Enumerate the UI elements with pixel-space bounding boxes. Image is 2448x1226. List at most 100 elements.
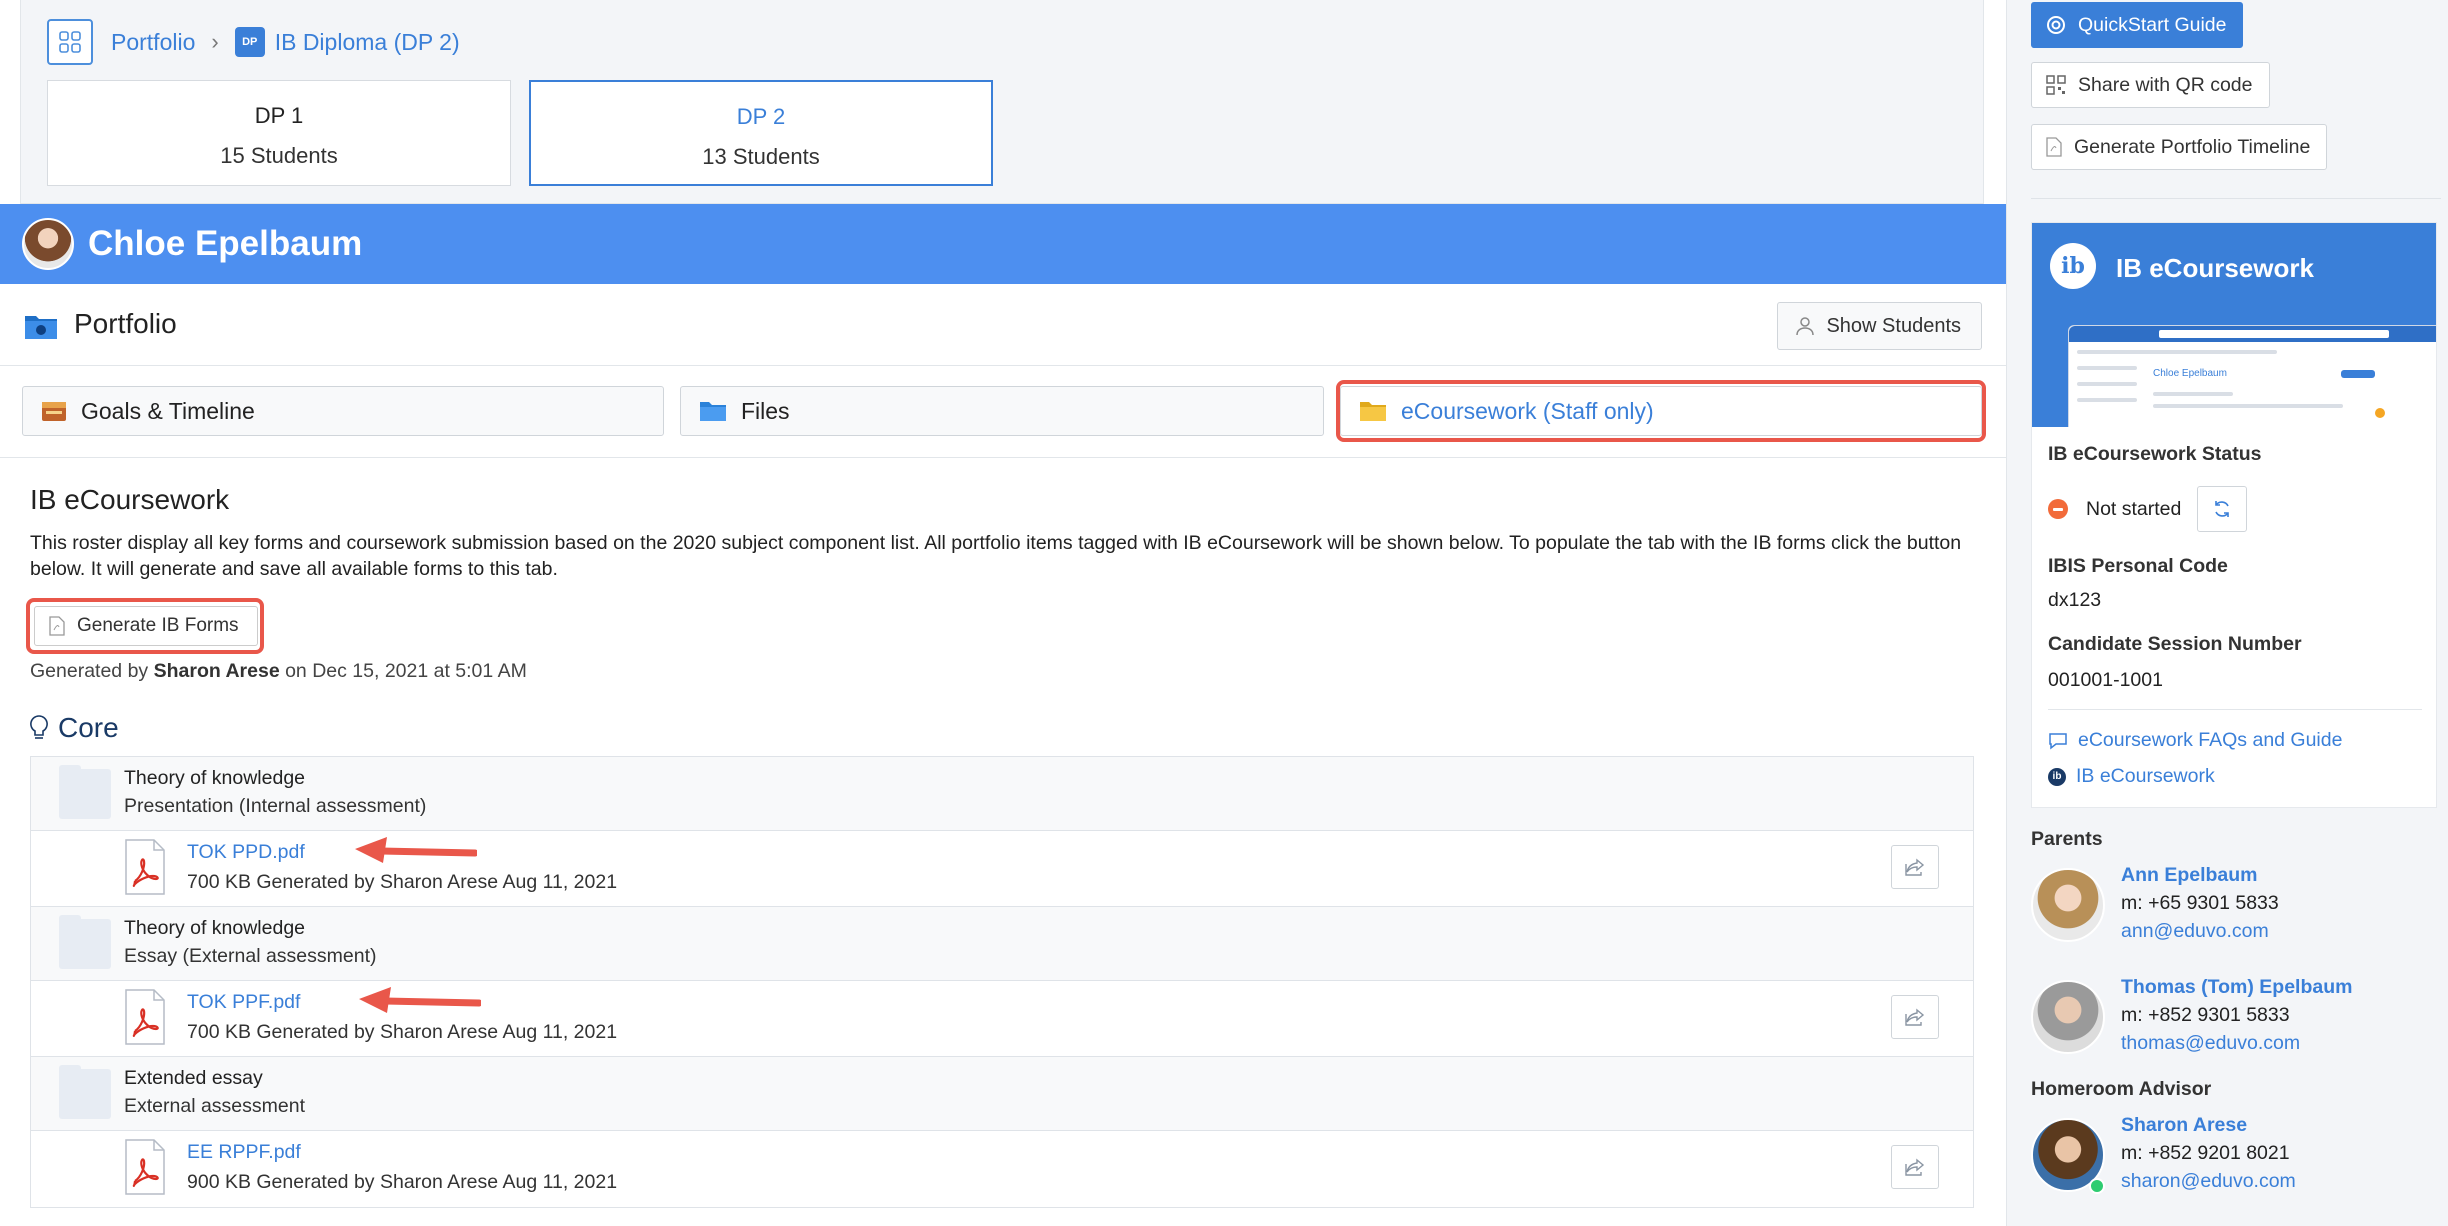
file-row: TOK PPF.pdf 700 KB Generated by Sharon A… [31,981,1973,1057]
portfolio-tabs: Goals & Timeline Files eCoursework (Staf… [0,366,2006,458]
lifebuoy-icon [2047,16,2065,34]
divider [2048,709,2422,710]
main-content: Portfolio › DP IB Diploma (DP 2) DP 1 15… [0,0,2006,1226]
program-badge-icon: DP [234,27,265,57]
class-card-title: DP 2 [736,104,786,129]
quickstart-guide-button[interactable]: QuickStart Guide [2031,2,2244,48]
homeroom-advisor-title: Homeroom Advisor [2031,1078,2212,1100]
pdf-file-icon [125,839,165,895]
student-name: Chloe Epelbaum [88,224,363,263]
portfolio-header: Portfolio Show Students [0,284,2006,366]
tab-goals-label: Goals & Timeline [81,397,255,424]
share-file-button[interactable] [1891,845,1939,889]
file-name-link[interactable]: EE RPPF.pdf [187,1141,301,1164]
generated-suffix: on Dec 15, 2021 at 5:01 AM [279,660,527,682]
share-qr-button[interactable]: Share with QR code [2031,62,2270,108]
portfolio-folder-icon [25,316,57,339]
pdf-file-icon [125,989,165,1045]
ib-ecoursework-link[interactable]: ib IB eCoursework [2048,765,2215,788]
not-started-icon [2048,499,2068,519]
share-file-button[interactable] [1891,1145,1939,1189]
right-sidebar: QuickStart Guide Share with QR code Gene… [2006,0,2448,1226]
class-card-dp2[interactable]: DP 2 13 Students [529,80,993,186]
class-card-count: 13 Students [702,144,820,169]
parent-card: Thomas (Tom) Epelbaum m: +852 9301 5833 … [2031,972,2441,1064]
faq-link-label: eCoursework FAQs and Guide [2078,729,2343,751]
quickstart-label: QuickStart Guide [2078,13,2227,36]
assessment-title: Theory of knowledge [124,917,306,939]
annotation-arrow [359,987,481,1013]
class-card-count: 15 Students [220,143,338,168]
parent-email-link[interactable]: ann@eduvo.com [2121,920,2269,943]
refresh-status-button[interactable] [2197,486,2248,532]
users-icon [1796,317,1815,336]
parent-email-link[interactable]: thomas@eduvo.com [2121,1032,2300,1055]
breadcrumb: Portfolio › DP IB Diploma (DP 2) [47,18,460,66]
preview-student-name: Chloe Epelbaum [2153,368,2227,379]
tab-goals-timeline[interactable]: Goals & Timeline [22,386,664,436]
tab-files[interactable]: Files [680,386,1324,436]
class-card-dp1[interactable]: DP 1 15 Students [47,80,511,186]
assessment-row: Theory of knowledge Essay (External asse… [31,907,1973,981]
assessment-title: Extended essay [124,1067,263,1089]
lightbulb-icon [30,715,48,739]
student-avatar [22,218,74,270]
advisor-name-link[interactable]: Sharon Arese [2121,1114,2247,1137]
generated-by-name: Sharon Arese [153,660,280,682]
folder-icon [59,1065,111,1119]
pdf-file-icon [125,1139,165,1195]
status-value: Not started [2086,497,2182,520]
core-heading: Core [30,712,119,744]
divider [2031,198,2441,199]
advisor-card: Sharon Arese m: +852 9201 8021 sharon@ed… [2031,1110,2441,1202]
assessment-row: Extended essay External assessment [31,1057,1973,1131]
online-status-icon [2089,1178,2105,1194]
portfolio-title: Portfolio [74,308,177,339]
ecoursework-faq-link[interactable]: eCoursework FAQs and Guide [2048,729,2342,752]
folder-icon [59,915,111,969]
parent-card: Ann Epelbaum m: +65 9301 5833 ann@eduvo.… [2031,860,2441,952]
generated-prefix: Generated by [30,660,154,682]
parent-name-link[interactable]: Ann Epelbaum [2121,864,2258,887]
status-label: IB eCoursework Status [2048,443,2262,465]
student-header: Chloe Epelbaum [0,204,2006,284]
file-meta: 700 KB Generated by Sharon Arese Aug 11,… [187,871,618,893]
avatar [2031,980,2105,1054]
assessment-subtitle: Essay (External assessment) [124,945,377,967]
advisor-phone: m: +852 9201 8021 [2121,1142,2290,1164]
grid-icon[interactable] [47,19,93,65]
ecoursework-description: This roster display all key forms and co… [30,532,1962,580]
ib-ecoursework-banner: ib IB eCoursework Chloe Epelbaum [2032,223,2436,427]
tab-files-label: Files [741,397,790,424]
show-students-button[interactable]: Show Students [1777,302,1982,350]
file-pdf-icon [2046,137,2062,157]
share-file-button[interactable] [1891,995,1939,1039]
annotation-arrow [355,837,477,863]
file-row: TOK PPD.pdf 700 KB Generated by Sharon A… [31,831,1973,907]
highlight-annotation [1336,380,1986,442]
session-number-label: Candidate Session Number [2048,633,2302,655]
parents-title: Parents [2031,828,2103,850]
advisor-email-link[interactable]: sharon@eduvo.com [2121,1170,2296,1193]
refresh-icon [2215,501,2230,517]
status-row: Not started [2048,485,2248,533]
breadcrumb-program-link[interactable]: IB Diploma (DP 2) [275,29,460,56]
breadcrumb-portfolio-link[interactable]: Portfolio [111,29,195,56]
ib-logo-icon: ib [2048,767,2066,786]
file-name-link[interactable]: TOK PPD.pdf [187,841,305,864]
highlight-annotation [26,598,264,654]
folder-icon [700,402,726,421]
parent-name-link[interactable]: Thomas (Tom) Epelbaum [2121,976,2353,999]
ib-ecoursework-title: IB eCoursework [2116,253,2314,283]
share-icon [1905,1158,1925,1176]
generated-info: Generated by Sharon Arese on Dec 15, 202… [30,660,527,683]
core-assessment-list: Theory of knowledge Presentation (Intern… [30,756,1974,1208]
class-selector-area: Portfolio › DP IB Diploma (DP 2) DP 1 15… [20,0,1984,204]
file-meta: 700 KB Generated by Sharon Arese Aug 11,… [187,1021,618,1043]
file-name-link[interactable]: TOK PPF.pdf [187,991,300,1014]
chat-icon [2049,732,2067,750]
ib-ecoursework-panel: ib IB eCoursework Chloe Epelbaum IB eCou… [2031,222,2437,808]
share-qr-label: Share with QR code [2078,73,2253,96]
preview-screenshot: Chloe Epelbaum [2068,325,2436,427]
generate-timeline-button[interactable]: Generate Portfolio Timeline [2031,124,2328,170]
